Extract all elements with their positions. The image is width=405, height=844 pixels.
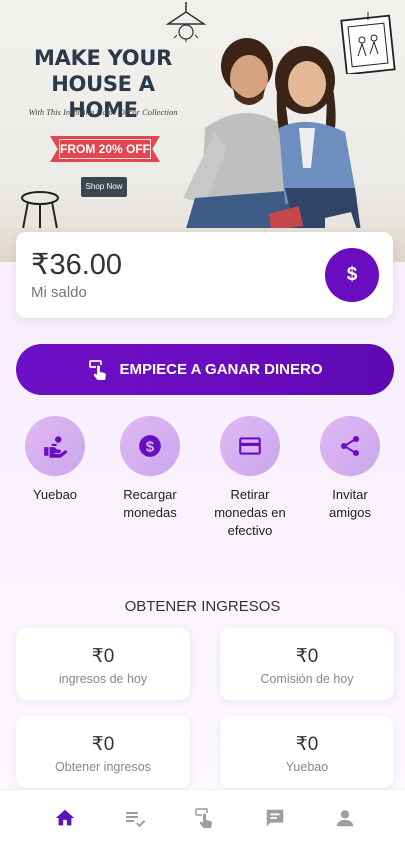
action-yuebao-circle[interactable] <box>25 416 85 476</box>
nav-profile[interactable] <box>304 790 385 844</box>
balance-card: ₹36.00 Mi saldo $ <box>16 232 393 318</box>
credit-card-icon <box>239 437 261 455</box>
stat-value: ₹0 <box>295 646 319 667</box>
profile-icon <box>336 809 353 826</box>
action-invite[interactable]: Invitar amigos <box>305 416 395 522</box>
stat-card-today-income: ₹0 ingresos de hoy <box>16 628 190 700</box>
stat-label: Comisión de hoy <box>260 672 354 686</box>
couple-photo <box>183 38 361 232</box>
promo-banner[interactable]: MAKE YOUR HOUSE A HOME With This Inspiri… <box>0 0 405 262</box>
action-withdraw-circle[interactable] <box>220 416 280 476</box>
balance-label: Mi saldo <box>31 284 87 301</box>
balance-amount: ₹36.00 <box>31 249 123 281</box>
stat-label: Yuebao <box>285 760 329 774</box>
dollar-circle-icon: $ <box>139 435 161 457</box>
action-withdraw-label: Retirar monedas en efectivo <box>214 487 286 538</box>
banner-subtitle: With This Inspiring Home Decor Collectio… <box>28 107 178 117</box>
stat-label: Obtener ingresos <box>55 760 151 774</box>
stat-card-yuebao: ₹0 Yuebao <box>220 716 394 788</box>
bottom-navigation <box>0 789 405 844</box>
action-yuebao-label: Yuebao <box>32 487 78 502</box>
quick-actions: Yuebao $ Recargar monedas Retirar moneda… <box>0 416 405 546</box>
recharge-dollar-button[interactable]: $ <box>325 248 379 302</box>
action-yuebao[interactable]: Yuebao <box>10 416 100 504</box>
action-recharge[interactable]: $ Recargar monedas <box>105 416 195 522</box>
nav-home[interactable] <box>24 790 105 844</box>
action-recharge-label: Recargar monedas <box>123 487 177 520</box>
stat-card-today-commission: ₹0 Comisión de hoy <box>220 628 394 700</box>
nav-messages[interactable] <box>234 790 315 844</box>
stat-value: ₹0 <box>91 734 115 755</box>
start-earning-button[interactable]: EMPIECE A GANAR DINERO <box>16 344 394 395</box>
shop-now-button[interactable]: Shop Now <box>81 177 127 197</box>
nav-tasks[interactable] <box>94 790 175 844</box>
banner-offer-ribbon: FROM 20% OFF <box>50 136 160 162</box>
stat-card-earn-income: ₹0 Obtener ingresos <box>16 716 190 788</box>
income-section-title: OBTENER INGRESOS <box>124 598 281 615</box>
home-icon <box>55 809 74 825</box>
start-earning-label: EMPIECE A GANAR DINERO <box>119 361 323 378</box>
action-invite-circle[interactable] <box>320 416 380 476</box>
hand-coin-icon <box>44 436 68 458</box>
tap-hand-icon <box>89 359 107 380</box>
nav-tap[interactable] <box>164 790 245 844</box>
stat-label: ingresos de hoy <box>58 672 148 686</box>
tap-hand-icon <box>194 807 212 828</box>
svg-text:$: $ <box>146 438 155 455</box>
dollar-icon: $ <box>346 264 358 285</box>
message-icon <box>266 809 283 826</box>
task-list-icon <box>125 811 145 827</box>
action-recharge-circle[interactable]: $ <box>120 416 180 476</box>
stat-value: ₹0 <box>91 646 115 667</box>
action-invite-label: Invitar amigos <box>329 487 371 520</box>
share-icon <box>341 436 359 456</box>
action-withdraw[interactable]: Retirar monedas en efectivo <box>205 416 295 540</box>
stat-value: ₹0 <box>295 734 319 755</box>
